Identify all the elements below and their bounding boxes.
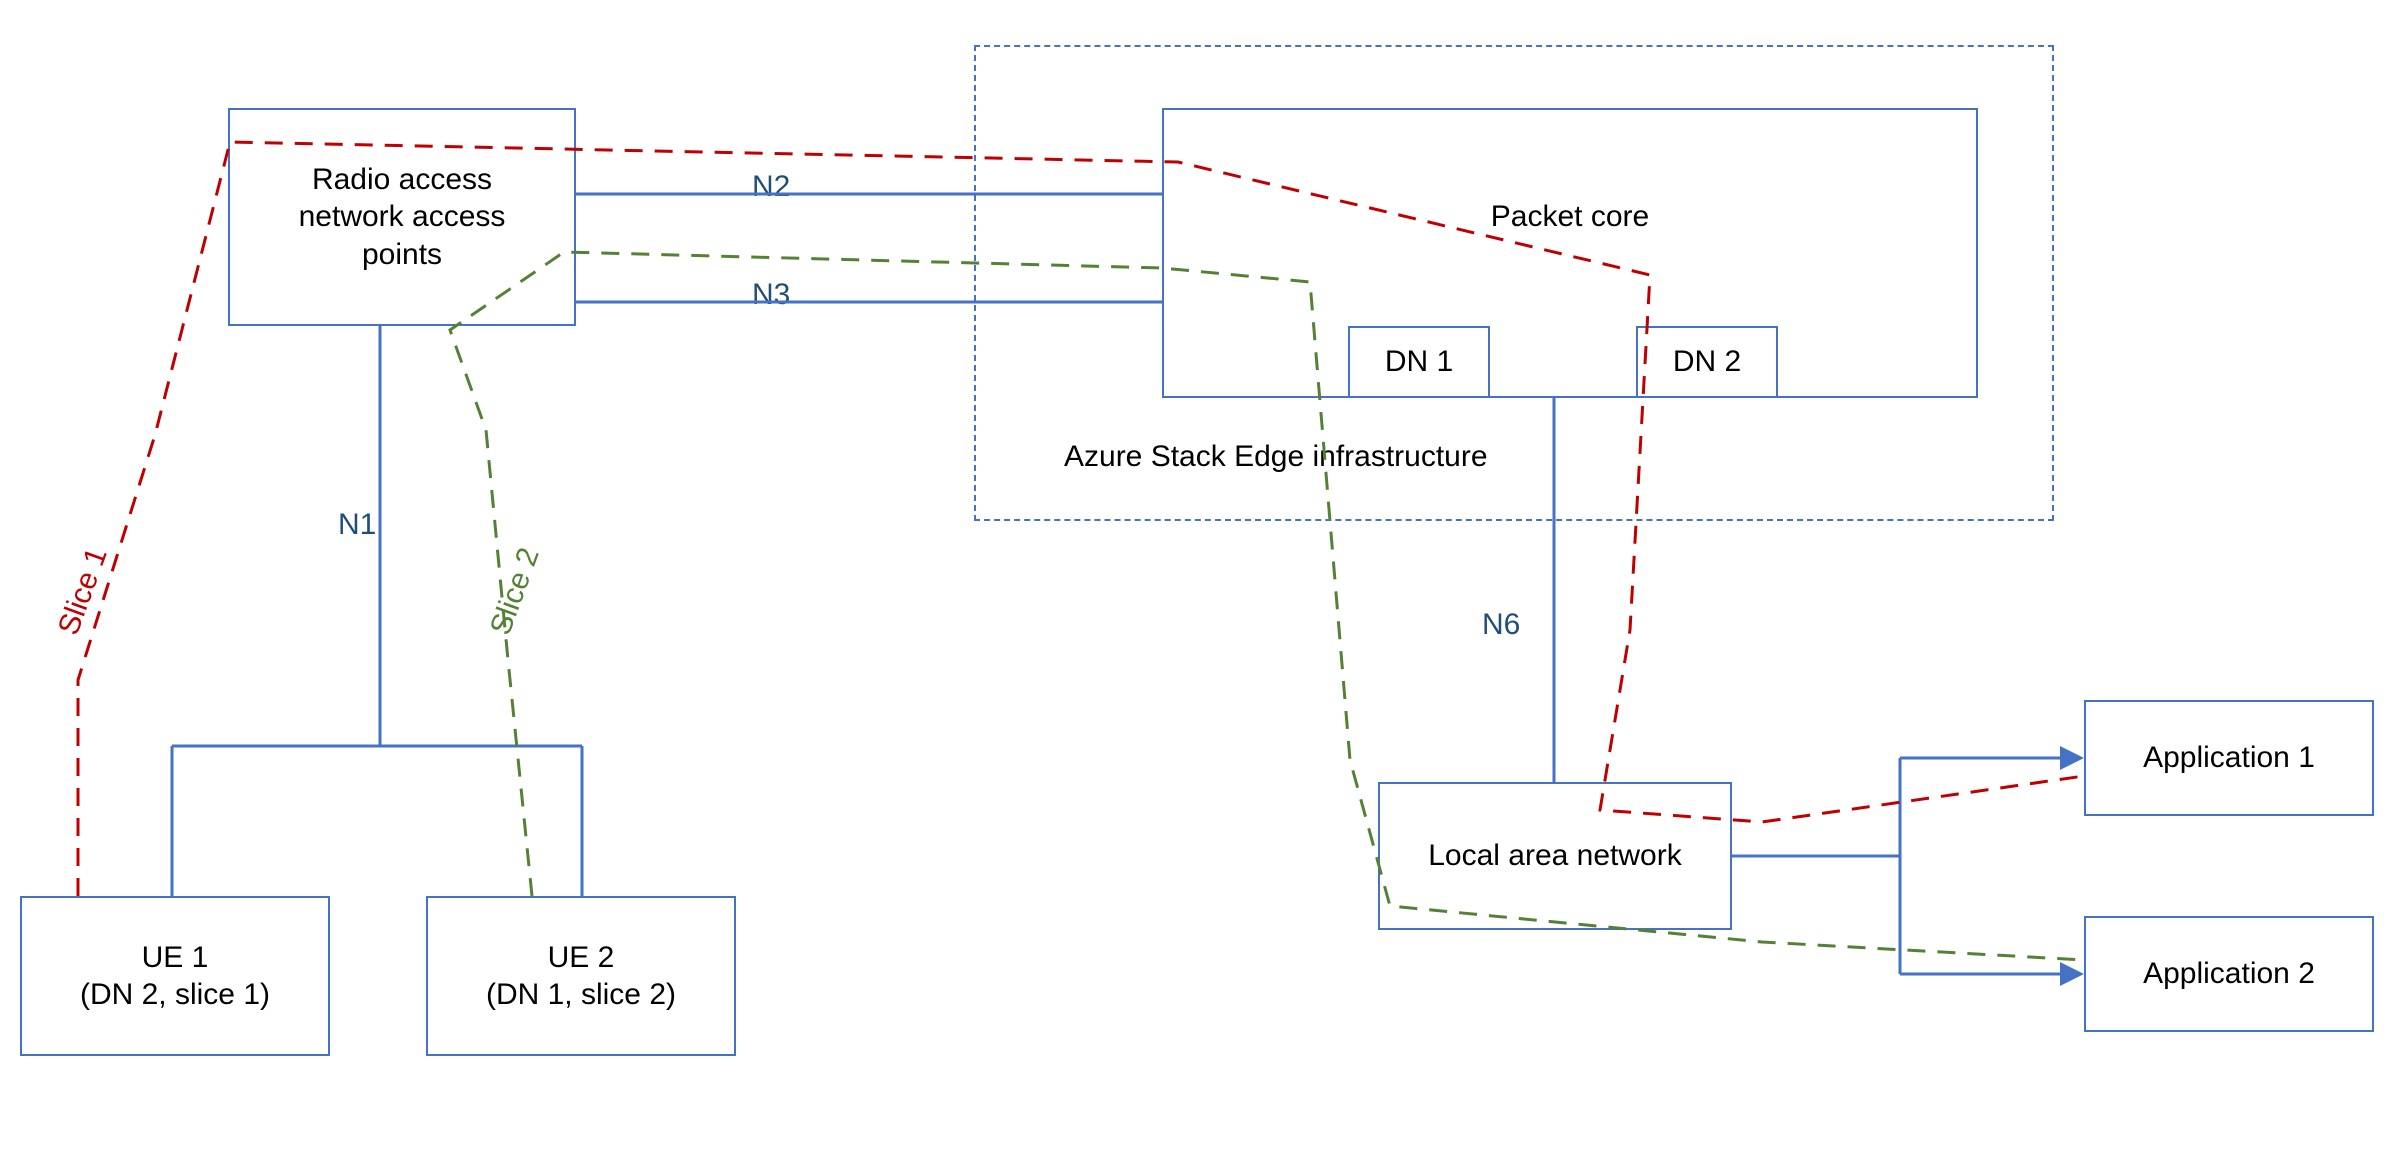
app2-box: Application 2 [2084,916,2374,1032]
ue1-line1: UE 1 [142,939,209,977]
dn2-box: DN 2 [1636,326,1778,398]
app1-box: Application 1 [2084,700,2374,816]
app1-label: Application 1 [2143,739,2315,777]
n6-label: N6 [1482,608,1520,642]
dn2-label: DN 2 [1673,343,1741,381]
ran-line3: points [362,236,442,274]
ran-line1: Radio access [312,161,492,199]
dn1-label: DN 1 [1385,343,1453,381]
ran-line2: network access [299,198,506,236]
slice2-label: Slice 2 [484,543,547,639]
ase-label: Azure Stack Edge infrastructure [1064,440,1488,474]
slice1-label: Slice 1 [52,543,115,639]
ue2-line1: UE 2 [548,939,615,977]
n2-label: N2 [752,170,790,204]
packet-core-box: Packet core [1162,108,1978,398]
n1-label: N1 [338,508,376,542]
ue2-line2: (DN 1, slice 2) [486,976,676,1014]
app2-label: Application 2 [2143,955,2315,993]
ue2-box: UE 2 (DN 1, slice 2) [426,896,736,1056]
ue1-line2: (DN 2, slice 1) [80,976,270,1014]
lan-label: Local area network [1428,837,1681,875]
n3-label: N3 [752,278,790,312]
dn1-box: DN 1 [1348,326,1490,398]
lan-box: Local area network [1378,782,1732,930]
ue1-box: UE 1 (DN 2, slice 1) [20,896,330,1056]
diagram-canvas: Radio access network access points Packe… [0,0,2408,1154]
packet-core-label: Packet core [1491,198,1649,236]
ran-box: Radio access network access points [228,108,576,326]
